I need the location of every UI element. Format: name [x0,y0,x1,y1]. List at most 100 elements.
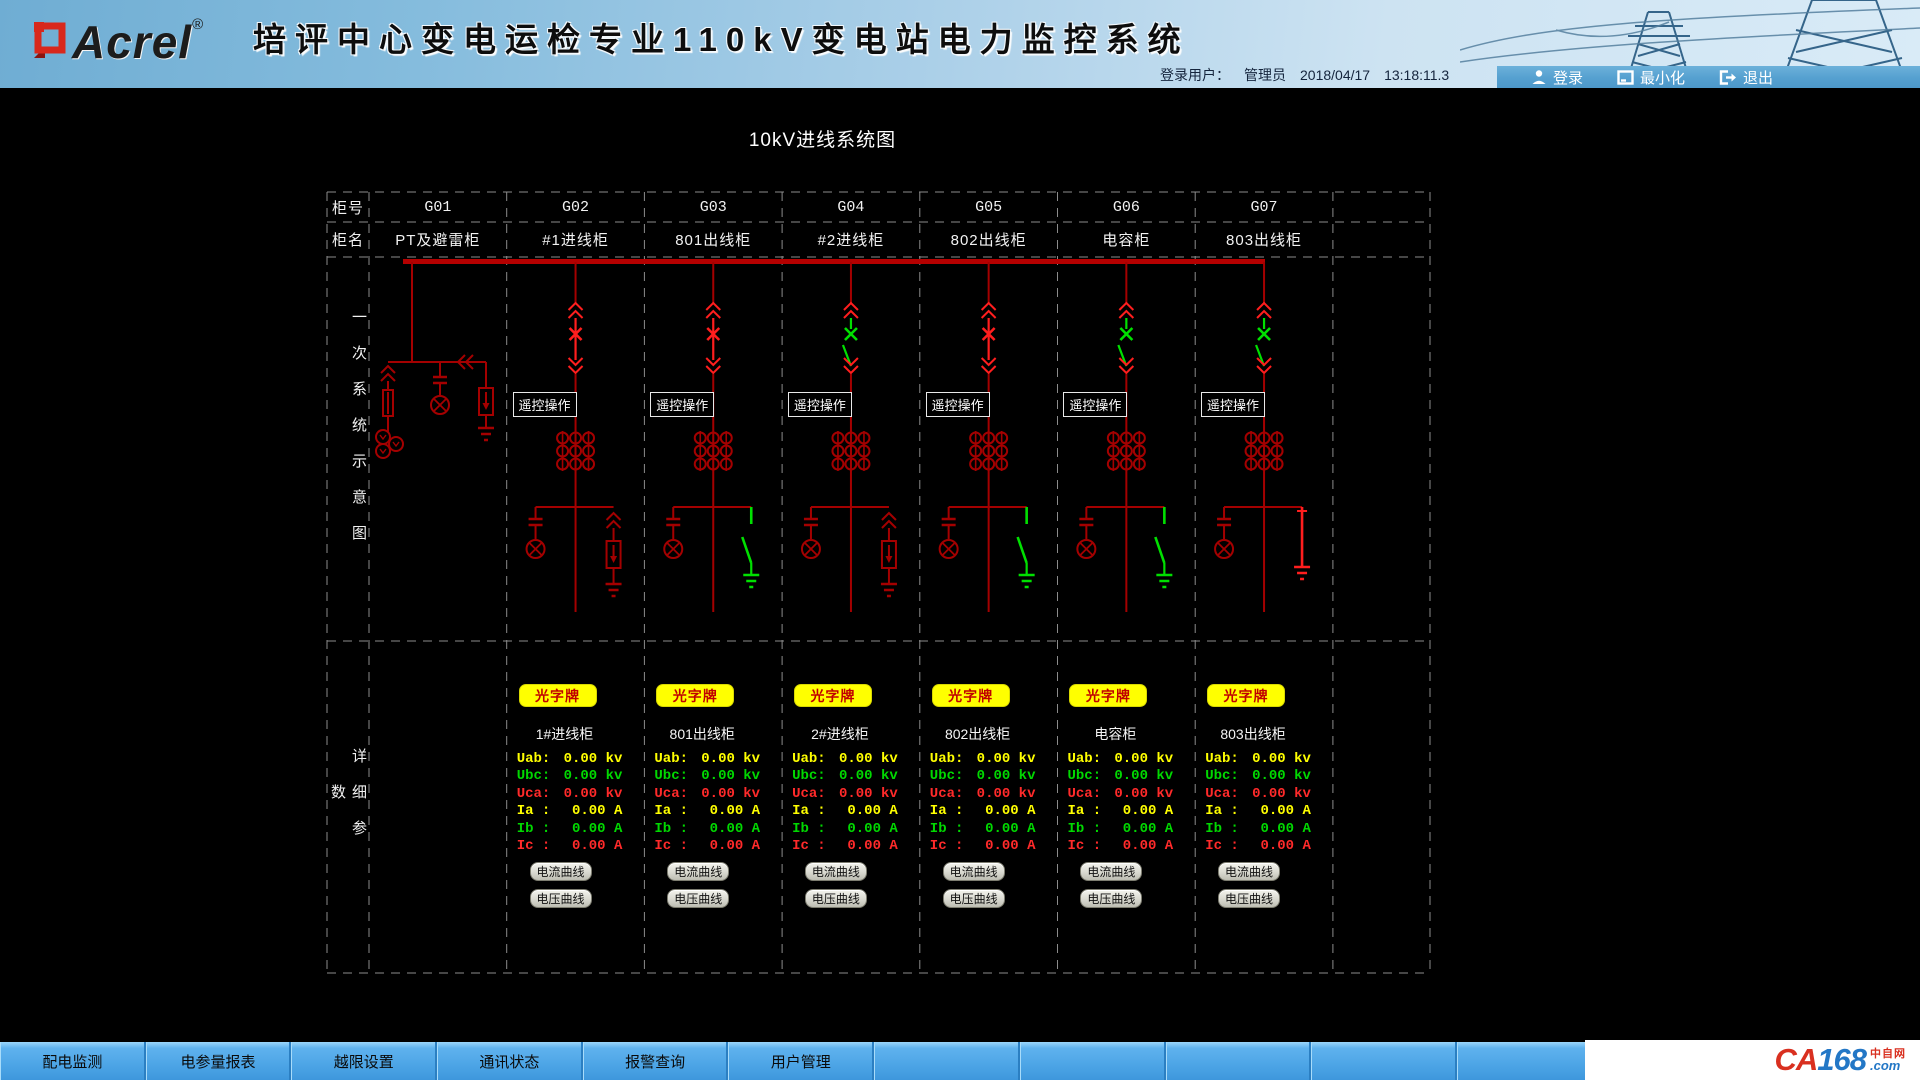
param-value: 0.00 kv [977,751,1036,767]
exit-button[interactable]: 退出 [1719,67,1773,88]
nav-item-empty[interactable] [1020,1042,1166,1080]
param-row: Ia :0.00 A [517,803,623,819]
nav-item-5[interactable]: 报警查询 [583,1042,729,1080]
nav-item-6[interactable]: 用户管理 [728,1042,874,1080]
param-label: Ia : [930,803,964,819]
nav-item-1[interactable]: 配电监测 [0,1042,146,1080]
param-label: Uca: [930,786,964,802]
current-curve-button-g04[interactable]: 电流曲线 [805,862,867,881]
param-value: 0.00 A [847,838,897,854]
minimize-button[interactable]: 最小化 [1617,67,1685,88]
param-row: Ia :0.00 A [654,803,760,819]
annunciator-button-g06[interactable]: 光字牌 [1069,684,1147,707]
param-block-g05: Uab:0.00 kvUbc:0.00 kvUca:0.00 kvIa :0.0… [930,751,1036,854]
param-label: Ib : [654,821,688,837]
annunciator-button-g03[interactable]: 光字牌 [656,684,734,707]
nav-item-3[interactable]: 越限设置 [291,1042,437,1080]
ca168-logo: CA 168 中自网 .com [1585,1040,1920,1080]
param-label: Ib : [792,821,826,837]
current-curve-button-g05[interactable]: 电流曲线 [943,862,1005,881]
param-row: Ubc: 0.00 kv [1205,768,1311,784]
param-row: Uca:0.00 kv [1068,786,1174,802]
param-row: Ic : 0.00 A [792,838,898,854]
nav-item-4[interactable]: 通讯状态 [437,1042,583,1080]
voltage-curve-button-g02[interactable]: 电压曲线 [530,889,592,908]
annunciator-button-g07[interactable]: 光字牌 [1207,684,1285,707]
current-curve-button-g07[interactable]: 电流曲线 [1218,862,1280,881]
param-row: Ubc:0.00 kv [1068,768,1174,784]
login-user-value: 管理员 [1244,65,1286,85]
cabinet-no-g02: G02 [507,192,645,222]
annunciator-button-g05[interactable]: 光字牌 [932,684,1010,707]
param-row: Ia :0.00 A [792,803,898,819]
nav-item-2[interactable]: 电参量报表 [146,1042,292,1080]
param-label: Uca: [792,786,826,802]
param-label: Ubc: [930,768,964,784]
param-value: 0.00 kv [1252,768,1311,784]
annunciator-button-g02[interactable]: 光字牌 [519,684,597,707]
window-button-strip: 登录 最小化 退出 [1497,66,1920,88]
param-row: Ib :0.00 A [1068,821,1174,837]
param-row: Ubc:0.00 kv [792,768,898,784]
cabinet-name-g04: #2进线柜 [782,222,920,257]
param-value: 0.00 kv [977,768,1036,784]
param-label: Uab: [517,751,551,767]
param-label: Ia : [792,803,826,819]
exit-icon [1719,70,1737,85]
current-curve-button-g02[interactable]: 电流曲线 [530,862,592,881]
remote-operate-button-g05[interactable]: 遥控操作 [926,392,990,417]
remote-operate-button-g06[interactable]: 遥控操作 [1063,392,1127,417]
login-button[interactable]: 登录 [1531,67,1583,88]
param-value: 0.00 kv [1114,751,1173,767]
param-value: 0.00 kv [701,786,760,802]
param-value: 0.00 kv [1114,768,1173,784]
row-label-cabinet-name: 柜名 [327,222,369,257]
nav-item-empty[interactable] [874,1042,1020,1080]
param-value: 0.00 A [1123,838,1173,854]
param-value: 0.00 A [985,821,1035,837]
param-value: 0.00 A [847,821,897,837]
feeder-g06 [1077,262,1172,612]
cabinet-no-g06: G06 [1058,192,1196,222]
remote-operate-button-g04[interactable]: 遥控操作 [788,392,852,417]
param-row: Ubc: 0.00 kv [930,768,1036,784]
voltage-curve-button-g06[interactable]: 电压曲线 [1080,889,1142,908]
detail-cabinet-name-g03: 801出线柜 [646,724,758,740]
detail-cabinet-name-g05: 802出线柜 [922,724,1034,740]
nav-item-empty[interactable] [1311,1042,1457,1080]
param-value: 0.00 A [1260,803,1310,819]
current-curve-button-g06[interactable]: 电流曲线 [1080,862,1142,881]
param-label: Ic : [1068,838,1102,854]
param-label: Uab: [792,751,826,767]
voltage-curve-button-g05[interactable]: 电压曲线 [943,889,1005,908]
param-label: Ic : [654,838,688,854]
nav-item-empty[interactable] [1457,1042,1603,1080]
param-label: Ic : [792,838,826,854]
param-row: Uab:0.00 kv [1205,751,1311,767]
param-label: Ia : [1068,803,1102,819]
param-row: Uca:0.00 kv [517,786,623,802]
voltage-curve-button-g07[interactable]: 电压曲线 [1218,889,1280,908]
annunciator-button-g04[interactable]: 光字牌 [794,684,872,707]
feeder-g02 [527,262,622,612]
param-value: 0.00 A [710,838,760,854]
nav-item-empty[interactable] [1166,1042,1312,1080]
voltage-curve-button-g04[interactable]: 电压曲线 [805,889,867,908]
remote-operate-button-g02[interactable]: 遥控操作 [513,392,577,417]
remote-operate-button-g07[interactable]: 遥控操作 [1201,392,1265,417]
cabinet-name-g03: 801出线柜 [644,222,782,257]
param-value: 0.00 kv [839,786,898,802]
remote-operate-button-g03[interactable]: 遥控操作 [650,392,714,417]
cabinet-no-g03: G03 [644,192,782,222]
voltage-curve-button-g03[interactable]: 电压曲线 [667,889,729,908]
current-curve-button-g03[interactable]: 电流曲线 [667,862,729,881]
param-value: 0.00 A [710,821,760,837]
param-row: Uca:0.00 kv [1205,786,1311,802]
param-label: Ubc: [517,768,551,784]
param-label: Ubc: [1205,768,1239,784]
row-label-cabinet-no: 柜号 [327,192,369,222]
detail-cabinet-name-g04: 2#进线柜 [784,724,896,740]
param-row: Ic :0.00 A [930,838,1036,854]
cabinet-no-g07: G07 [1195,192,1333,222]
param-block-g06: Uab:0.00 kvUbc:0.00 kvUca:0.00 kvIa :0.0… [1068,751,1174,854]
